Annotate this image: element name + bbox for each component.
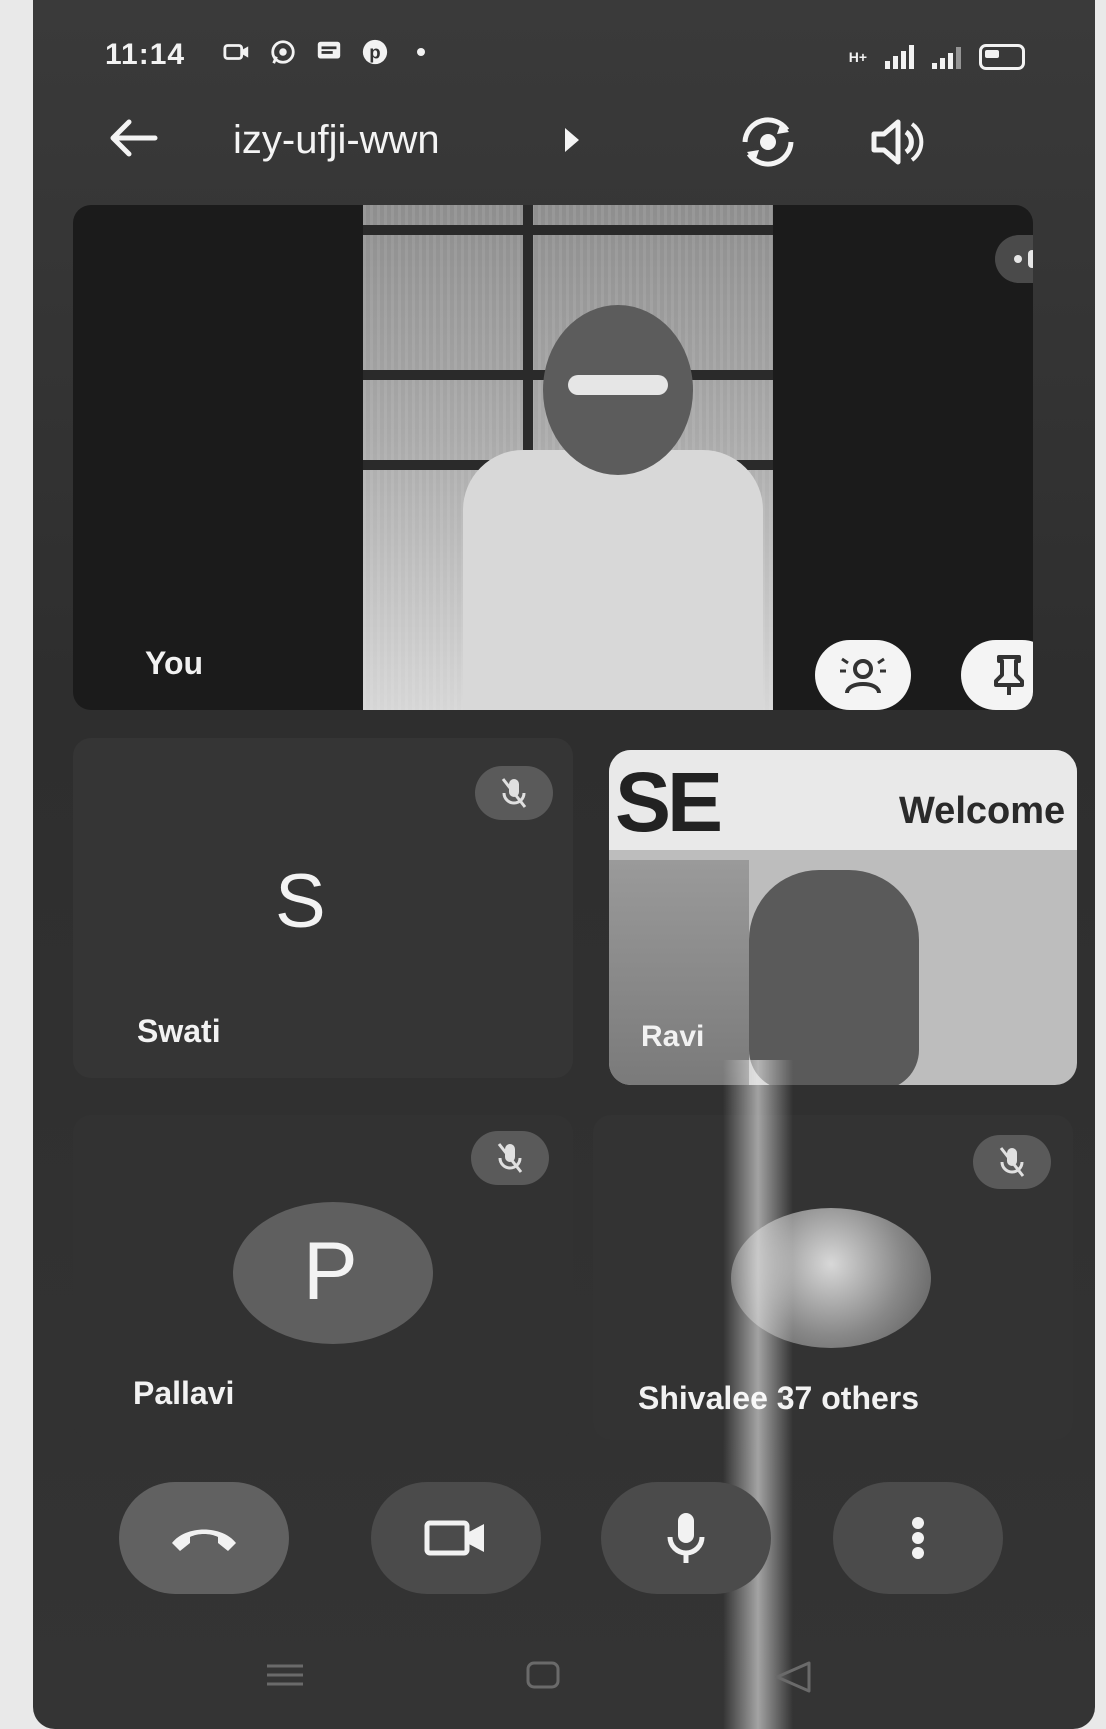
- recents-button[interactable]: [263, 1660, 307, 1695]
- notification-icons: p: [223, 38, 435, 66]
- swati-muted-indicator: [475, 766, 553, 820]
- ravi-background-banner: SE Welcome: [609, 750, 1077, 850]
- speaker-icon: [871, 119, 924, 165]
- more-options-button[interactable]: [833, 1482, 1003, 1594]
- participant-tile-swati[interactable]: S Swati: [73, 738, 573, 1078]
- back-button[interactable]: [105, 114, 161, 174]
- meeting-code[interactable]: izy-ufji-wwn: [233, 118, 440, 163]
- meeting-details-caret-icon[interactable]: [565, 128, 579, 152]
- featured-tile[interactable]: You: [73, 205, 1033, 710]
- audio-level-icon: [1014, 250, 1033, 268]
- pallavi-muted-indicator: [471, 1131, 549, 1185]
- network-type-label: H+: [848, 49, 867, 65]
- square-icon: [526, 1661, 560, 1689]
- system-indicators: H+: [849, 44, 1025, 70]
- self-tile-label: You: [145, 645, 204, 681]
- phone-hangup-icon: [172, 1529, 236, 1551]
- back-nav-button[interactable]: [773, 1660, 813, 1699]
- ravi-video: [749, 870, 919, 1085]
- swati-initial: S: [275, 859, 326, 944]
- more-vertical-icon: [912, 1517, 924, 1559]
- triangle-back-icon: [775, 1661, 811, 1693]
- menu-lines-icon: [267, 1664, 303, 1686]
- effects-icon: [840, 657, 886, 694]
- dot-icon: [407, 38, 435, 66]
- system-navigation-bar: [33, 1640, 1095, 1720]
- home-button[interactable]: [525, 1660, 561, 1695]
- mic-off-icon: [497, 1143, 523, 1173]
- mic-off-icon: [501, 778, 527, 808]
- audio-level-indicator: [995, 235, 1033, 283]
- others-muted-indicator: [973, 1135, 1051, 1189]
- ravi-name: Ravi: [641, 1020, 705, 1053]
- shivalee-avatar: [731, 1208, 931, 1348]
- p-app-icon: p: [361, 38, 389, 66]
- pin-icon: [994, 655, 1024, 695]
- presenter-video: [363, 205, 773, 710]
- switch-camera-icon: [742, 117, 794, 167]
- status-time: 11:14: [105, 38, 186, 71]
- battery-icon: [979, 44, 1025, 70]
- meet-call-screen: 11:14 p H+ izy-ufji-wwn You S Swati SE W…: [33, 0, 1095, 1729]
- microphone-icon: [667, 1513, 705, 1563]
- switch-camera-button[interactable]: [733, 112, 803, 172]
- swati-name: Swati: [137, 1013, 221, 1049]
- signal-strength-icon: [885, 45, 914, 69]
- signal-strength-2-icon: [932, 45, 961, 69]
- video-notification-icon: [223, 38, 251, 66]
- status-bar: 11:14 p H+: [33, 0, 1095, 100]
- others-label: Shivalee 37 others: [638, 1380, 920, 1416]
- arrow-left-icon: [110, 119, 158, 157]
- pallavi-name: Pallavi: [133, 1375, 235, 1411]
- participant-tile-ravi[interactable]: SE Welcome Ravi: [609, 750, 1077, 1085]
- pin-button[interactable]: [961, 640, 1033, 710]
- whatsapp-icon: [269, 38, 297, 66]
- mic-off-icon: [999, 1147, 1025, 1177]
- end-call-button[interactable]: [119, 1482, 289, 1594]
- ravi-banner-logo: SE: [615, 755, 723, 849]
- call-header: izy-ufji-wwn: [33, 100, 1095, 195]
- pallavi-initial: P: [303, 1226, 358, 1317]
- effects-button[interactable]: [815, 640, 911, 710]
- video-camera-icon: [424, 1520, 484, 1556]
- svg-text:p: p: [369, 42, 380, 63]
- microphone-toggle-button[interactable]: [601, 1482, 771, 1594]
- ravi-banner-welcome: Welcome: [899, 790, 1066, 832]
- message-icon: [315, 38, 343, 66]
- camera-toggle-button[interactable]: [371, 1482, 541, 1594]
- speaker-button[interactable]: [868, 114, 928, 170]
